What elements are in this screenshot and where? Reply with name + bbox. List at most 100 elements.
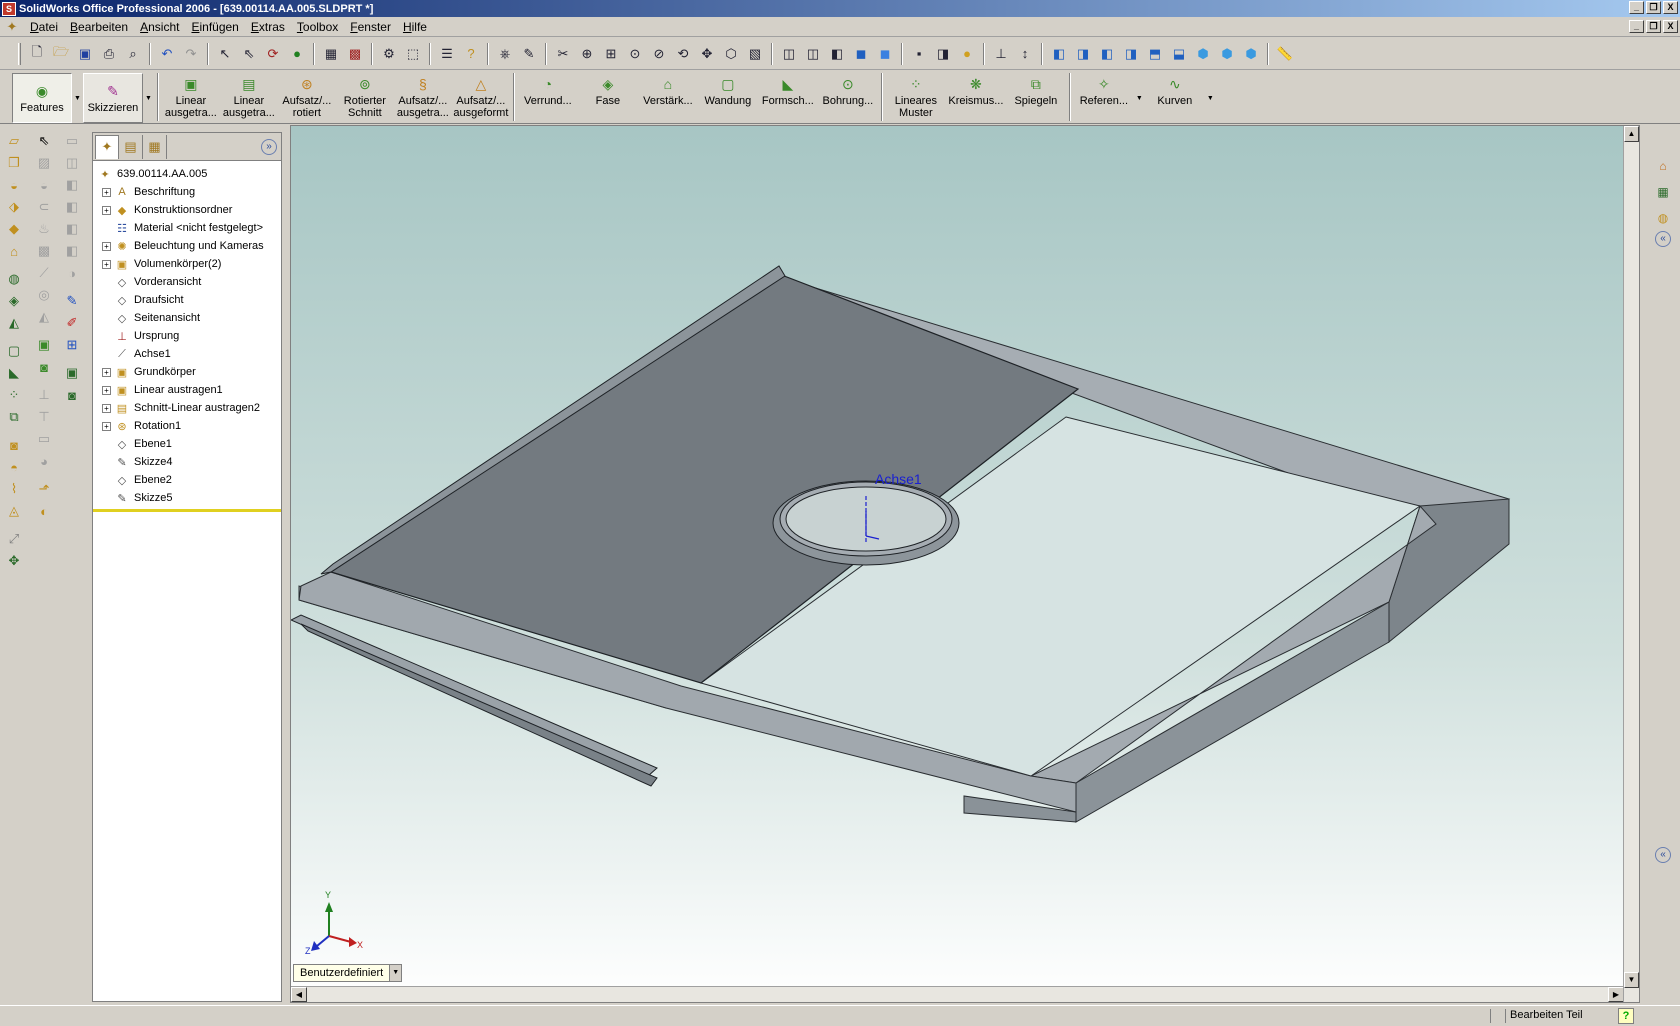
document-icon[interactable]: ✦ bbox=[4, 19, 20, 35]
expand-icon[interactable]: + bbox=[102, 367, 111, 377]
csys-ref-icon[interactable]: ◧ bbox=[61, 174, 83, 196]
scroll-right-icon[interactable]: ▶ bbox=[1608, 987, 1624, 1002]
loft-surface-icon[interactable]: ♨ bbox=[33, 218, 55, 240]
new-icon[interactable]: 🗋 bbox=[26, 43, 48, 65]
menu-extras[interactable]: Extras bbox=[245, 20, 291, 34]
swept-boss-button[interactable]: § Aufsatz/... ausgetra... bbox=[394, 73, 452, 121]
undo-icon[interactable]: ↶ bbox=[156, 43, 178, 65]
properties-icon[interactable]: ☰ bbox=[436, 43, 458, 65]
reference-geometry-button[interactable]: ✧ Referen... bbox=[1074, 73, 1134, 121]
property-manager-tab[interactable]: ▤ bbox=[119, 134, 143, 159]
replace-face-icon[interactable]: ◕ bbox=[33, 450, 55, 472]
tab-features[interactable]: ◉ Features bbox=[12, 73, 72, 123]
chevron-down-icon[interactable]: ▼ bbox=[1136, 95, 1143, 102]
tree-item[interactable]: ⟋ Achse1 bbox=[93, 345, 281, 363]
print-preview-icon[interactable]: ⌕ bbox=[122, 43, 144, 65]
expand-panel-icon[interactable]: » bbox=[261, 139, 277, 155]
open-icon[interactable]: 🗁 bbox=[50, 43, 72, 65]
tree-item[interactable]: + ⊛ Rotation1 bbox=[93, 417, 281, 435]
extruded-cut-button[interactable]: ▤ Linear ausgetra... bbox=[220, 73, 278, 121]
tree-item[interactable]: ◇ Ebene2 bbox=[93, 471, 281, 489]
sweep-surface-icon[interactable]: ⊂ bbox=[33, 196, 55, 218]
tree-item[interactable]: ☷ Material <nicht festgelegt> bbox=[93, 219, 281, 237]
view-origins-icon[interactable]: ↕ bbox=[1014, 43, 1036, 65]
sketch-copy-icon[interactable]: ❐ bbox=[3, 152, 25, 174]
sketch-fillet-icon[interactable]: ◍ bbox=[3, 268, 25, 290]
zoom-to-fit-icon[interactable]: ⊕ bbox=[576, 43, 598, 65]
expand-icon[interactable]: + bbox=[102, 241, 111, 251]
graphics-area[interactable]: Achse1 Y X Z Benutzerdefiniert ▼ ◀ ▶ ▲ ▼ bbox=[290, 125, 1640, 1003]
expand-icon[interactable]: + bbox=[102, 205, 111, 215]
point-ref-icon[interactable]: ◧ bbox=[61, 196, 83, 218]
rebuild-icon[interactable]: ⟳ bbox=[262, 43, 284, 65]
back-view-icon[interactable]: ◨ bbox=[1072, 43, 1094, 65]
revolve-surface-icon[interactable]: ◒ bbox=[33, 174, 55, 196]
tab-skizzieren[interactable]: ✎ Skizzieren bbox=[82, 73, 143, 123]
quick-snaps-icon[interactable]: ▣ bbox=[61, 362, 83, 384]
mate-ref-icon[interactable]: ◧ bbox=[61, 218, 83, 240]
cut-entity-icon[interactable]: ◙ bbox=[33, 356, 55, 378]
extrude-surface-icon[interactable]: ▨ bbox=[33, 152, 55, 174]
front-view-icon[interactable]: ◧ bbox=[1048, 43, 1070, 65]
shell-button[interactable]: ▢ Wandung bbox=[698, 73, 758, 121]
traffic-light-icon[interactable]: ● bbox=[286, 43, 308, 65]
3d-drawing-view-icon[interactable]: ⬡ bbox=[720, 43, 742, 65]
axis1-label[interactable]: Achse1 bbox=[875, 471, 922, 487]
delete-face-icon[interactable]: ▭ bbox=[33, 428, 55, 450]
bottom-view-icon[interactable]: ⬓ bbox=[1168, 43, 1190, 65]
doc-minimize-button[interactable]: _ bbox=[1629, 20, 1644, 33]
edit-part-icon[interactable]: ✎ bbox=[518, 43, 540, 65]
chevron-down-icon[interactable]: ▼ bbox=[145, 95, 152, 102]
chevron-down-icon[interactable]: ▼ bbox=[74, 95, 81, 102]
tree-item[interactable]: ⊥ Ursprung bbox=[93, 327, 281, 345]
mirror-button[interactable]: ⧉ Spiegeln bbox=[1006, 73, 1066, 121]
isometric-view-icon[interactable]: ⬢ bbox=[1192, 43, 1214, 65]
save-icon[interactable]: ▣ bbox=[74, 43, 96, 65]
sketch-dome2-icon[interactable]: ◓ bbox=[3, 456, 25, 478]
sketch-revolve-icon[interactable]: ◒ bbox=[3, 174, 25, 196]
standard-views-icon[interactable]: ▧ bbox=[744, 43, 766, 65]
draft-button[interactable]: ◣ Formsch... bbox=[758, 73, 818, 121]
tree-item[interactable]: + ◆ Konstruktionsordner bbox=[93, 201, 281, 219]
home-icon[interactable]: ⌂ bbox=[1653, 156, 1673, 176]
tree-item[interactable]: ✎ Skizze5 bbox=[93, 489, 281, 507]
zoom-to-area-icon[interactable]: ⊞ bbox=[600, 43, 622, 65]
minimize-button[interactable]: _ bbox=[1629, 1, 1644, 14]
rib-button[interactable]: ⌂ Verstärk... bbox=[638, 73, 698, 121]
sketch-shell-icon[interactable]: ▢ bbox=[3, 340, 25, 362]
grid-options-icon[interactable]: ▦ bbox=[320, 43, 342, 65]
expand-icon[interactable]: + bbox=[102, 403, 111, 413]
offset-surface-icon[interactable]: ▩ bbox=[33, 240, 55, 262]
menu-hilfe[interactable]: Hilfe bbox=[397, 20, 433, 34]
sketch-pattern-icon[interactable]: ⁘ bbox=[3, 384, 25, 406]
view-temporary-axes-icon[interactable]: ⊥ bbox=[990, 43, 1012, 65]
sketch-pencil-icon[interactable]: ✎ bbox=[61, 290, 83, 312]
menu-toolbox[interactable]: Toolbox bbox=[291, 20, 344, 34]
shaded-with-edges-icon[interactable]: ◼ bbox=[850, 43, 872, 65]
radiate-surface-icon[interactable]: ⟋ bbox=[33, 262, 55, 284]
tree-root[interactable]: ✦ 639.00114.AA.005 bbox=[93, 165, 281, 183]
top-view-icon[interactable]: ⬒ bbox=[1144, 43, 1166, 65]
print-icon[interactable]: ⎙ bbox=[98, 43, 120, 65]
tree-item[interactable]: ◇ Vorderansicht bbox=[93, 273, 281, 291]
sketch-rectangle-icon[interactable]: ▱ bbox=[3, 130, 25, 152]
tree-item[interactable]: + ▣ Linear austragen1 bbox=[93, 381, 281, 399]
design-library-icon[interactable]: ⬚ bbox=[402, 43, 424, 65]
dimetric-view-icon[interactable]: ⬢ bbox=[1240, 43, 1262, 65]
chevron-down-icon[interactable]: ▼ bbox=[1207, 95, 1214, 102]
redo-icon[interactable]: ↷ bbox=[180, 43, 202, 65]
hidden-lines-removed-icon[interactable]: ◧ bbox=[826, 43, 848, 65]
tree-item[interactable]: ◇ Seitenansicht bbox=[93, 309, 281, 327]
vertical-scrollbar[interactable]: ▲ ▼ bbox=[1623, 126, 1639, 1002]
select-arrow-icon[interactable]: ⇖ bbox=[33, 130, 55, 152]
show-hide-icon[interactable]: ✂ bbox=[552, 43, 574, 65]
curves-button[interactable]: ∿ Kurven bbox=[1145, 73, 1205, 121]
hidden-lines-visible-icon[interactable]: ◫ bbox=[802, 43, 824, 65]
menu-einfuegen[interactable]: Einfügen bbox=[185, 20, 244, 34]
restore-button[interactable]: ❐ bbox=[1646, 1, 1661, 14]
expand-task-pane-icon[interactable]: « bbox=[1655, 847, 1671, 863]
toolbar-grip[interactable] bbox=[18, 42, 21, 65]
rotate-view-icon[interactable]: ⟲ bbox=[672, 43, 694, 65]
sketch-loft-icon[interactable]: ◆ bbox=[3, 218, 25, 240]
collapse-task-pane-icon[interactable]: « bbox=[1655, 231, 1671, 247]
